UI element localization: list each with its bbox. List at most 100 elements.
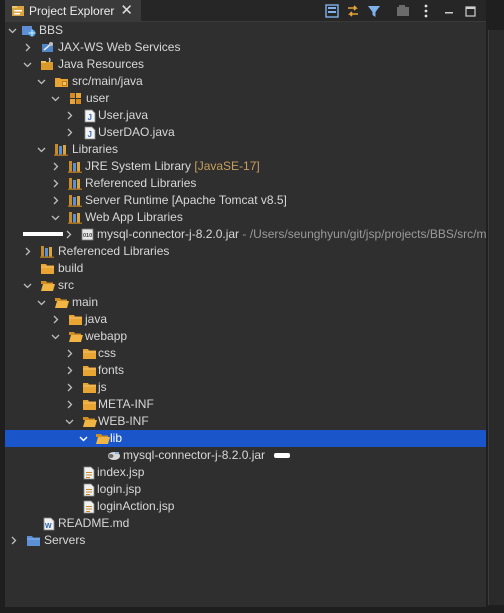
chevron-right-icon[interactable]: [50, 192, 60, 209]
tree-item-label: css: [98, 346, 116, 360]
folder-open-icon: [95, 431, 110, 446]
library-icon: [54, 142, 69, 157]
library-icon: [68, 159, 83, 174]
chevron-right-icon[interactable]: [8, 532, 18, 549]
tree-item-label: JRE System Library: [85, 159, 192, 173]
tree-item-user-java[interactable]: J User.java: [5, 107, 486, 124]
chevron-down-icon[interactable]: [50, 90, 60, 107]
tree-item-label: webapp: [85, 329, 128, 343]
java-file-icon: J: [82, 108, 97, 123]
tree-item-servers[interactable]: Servers: [5, 532, 486, 549]
tree-item-label: main: [72, 295, 99, 309]
chevron-down-icon[interactable]: [36, 294, 46, 311]
folder-icon: [82, 380, 97, 395]
tab-project-explorer[interactable]: Project Explorer ✕: [5, 0, 141, 21]
tree-item-label: META-INF: [98, 397, 154, 411]
tree-item-loginaction-jsp[interactable]: loginAction.jsp: [5, 498, 486, 515]
tree-item-label: index.jsp: [97, 465, 145, 479]
chevron-right-icon[interactable]: [50, 175, 60, 192]
tree-item-label: User.java: [98, 108, 149, 122]
tree-item-label: Referenced Libraries: [85, 176, 197, 190]
chevron-right-icon[interactable]: [64, 124, 74, 141]
tree-item-login-jsp[interactable]: login.jsp: [5, 481, 486, 498]
jaxws-icon: [40, 40, 55, 55]
tree-item-label: fonts: [98, 363, 125, 377]
chevron-right-icon[interactable]: [64, 345, 74, 362]
view-menu-icon[interactable]: [418, 3, 434, 19]
collapse-all-icon[interactable]: [324, 3, 340, 19]
close-icon[interactable]: ✕: [120, 3, 133, 18]
tree-item-readme[interactable]: W README.md: [5, 515, 486, 532]
tree-item-fonts[interactable]: fonts: [5, 362, 486, 379]
tree-item-webapp[interactable]: webapp: [5, 328, 486, 345]
tree-item-webapp-libs[interactable]: Web App Libraries: [5, 209, 486, 226]
tree-item-mysql-jar-1[interactable]: 010 mysql-connector-j-8.2.0.jar - /Users…: [5, 226, 487, 243]
folder-open-icon: [82, 414, 97, 429]
tree-item-java[interactable]: java: [5, 311, 486, 328]
tree-item-css[interactable]: css: [5, 345, 486, 362]
tree-item-label: loginAction.jsp: [97, 499, 175, 513]
tree-item-java-resources[interactable]: Java Resources: [5, 56, 486, 73]
tree-item-js[interactable]: js: [5, 379, 486, 396]
tree-item-libraries[interactable]: Libraries: [5, 141, 486, 158]
focus-icon[interactable]: [395, 3, 411, 19]
tree-item-index-jsp[interactable]: index.jsp: [5, 464, 486, 481]
markdown-file-icon: W: [41, 516, 56, 531]
link-with-editor-icon[interactable]: [345, 3, 361, 19]
tree-item-web-inf[interactable]: WEB-INF: [5, 413, 486, 430]
chevron-down-icon[interactable]: [78, 430, 88, 447]
tree-item-ref-libs-2[interactable]: Referenced Libraries: [5, 243, 486, 260]
tree-item-src[interactable]: src: [5, 277, 486, 294]
chevron-down-icon[interactable]: [50, 209, 60, 226]
chevron-right-icon[interactable]: [22, 243, 32, 260]
tree-item-bbs[interactable]: BBS: [5, 22, 486, 39]
tree-item-jre[interactable]: JRE System Library [JavaSE-17]: [5, 158, 486, 175]
tree-item-lib[interactable]: lib: [5, 430, 486, 447]
tree-item-main[interactable]: main: [5, 294, 486, 311]
minimize-icon[interactable]: [441, 3, 457, 19]
jar-file-icon: [106, 448, 121, 463]
tree-item-mysql-jar-2[interactable]: mysql-connector-j-8.2.0.jar: [5, 447, 486, 464]
chevron-right-icon[interactable]: [64, 379, 74, 396]
chevron-right-icon[interactable]: [64, 396, 74, 413]
chevron-right-icon[interactable]: [64, 362, 74, 379]
tree-item-label: Server Runtime [Apache Tomcat v8.5]: [85, 193, 287, 207]
tree-item-ref-libs-1[interactable]: Referenced Libraries: [5, 175, 486, 192]
tree-item-label: Servers: [44, 533, 86, 547]
chevron-down-icon[interactable]: [50, 328, 60, 345]
jar-icon: 010: [80, 227, 95, 242]
server-folder-icon: [26, 533, 41, 548]
chevron-down-icon[interactable]: [22, 277, 32, 294]
tree-item-label: UserDAO.java: [98, 125, 175, 139]
tree-item-label: js: [98, 380, 107, 394]
maximize-icon[interactable]: [462, 3, 478, 19]
chevron-down-icon[interactable]: [7, 22, 17, 39]
tree-item-build[interactable]: build: [5, 260, 486, 277]
package-icon: [68, 91, 83, 106]
jsp-file-icon: [81, 482, 96, 497]
chevron-right-icon[interactable]: [50, 311, 60, 328]
tree-item-label: Referenced Libraries: [58, 244, 170, 258]
chevron-right-icon[interactable]: [63, 226, 73, 243]
chevron-right-icon[interactable]: [22, 39, 32, 56]
tree-item-label: BBS: [39, 23, 64, 37]
adjacent-panel: [488, 30, 504, 605]
tree-item-label: java: [85, 312, 108, 326]
tree-item-pkg-user[interactable]: user: [5, 90, 486, 107]
tree-item-jaxws[interactable]: JAX-WS Web Services: [5, 39, 486, 56]
tree-item-userdao-java[interactable]: J UserDAO.java: [5, 124, 486, 141]
tree-item-label: mysql-connector-j-8.2.0.jar: [97, 227, 240, 241]
tree-item-server-runtime[interactable]: Server Runtime [Apache Tomcat v8.5]: [5, 192, 486, 209]
library-icon: [40, 244, 55, 259]
tree-item-meta-inf[interactable]: META-INF: [5, 396, 486, 413]
chevron-right-icon[interactable]: [64, 107, 74, 124]
chevron-right-icon[interactable]: [50, 158, 60, 175]
tree-item-label: build: [58, 261, 84, 275]
chevron-down-icon[interactable]: [36, 141, 46, 158]
chevron-down-icon[interactable]: [36, 73, 46, 90]
filter-icon[interactable]: [366, 3, 382, 19]
tree-item-label: mysql-connector-j-8.2.0.jar: [123, 448, 266, 462]
tree-item-src-main-java[interactable]: src/main/java: [5, 73, 486, 90]
chevron-down-icon[interactable]: [64, 413, 74, 430]
chevron-down-icon[interactable]: [22, 56, 32, 73]
